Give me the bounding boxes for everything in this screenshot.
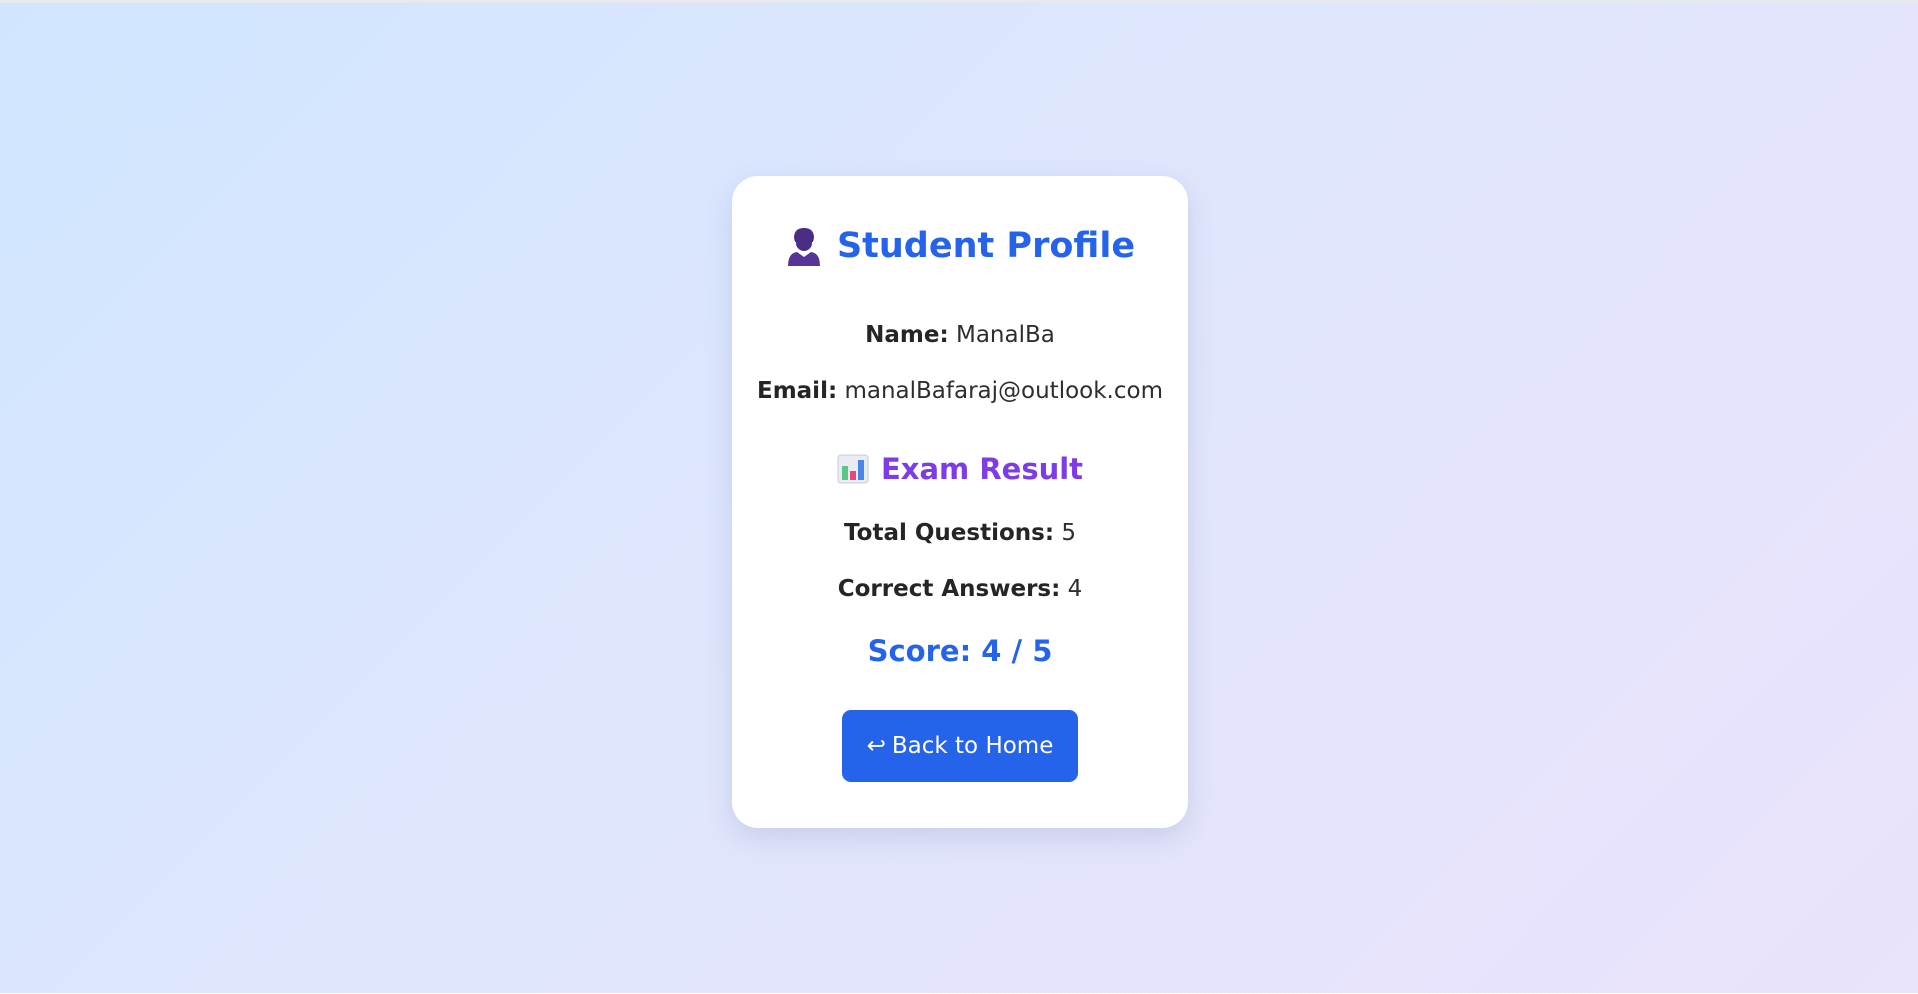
bar-chart-icon	[837, 454, 869, 484]
score-text: Score: 4 / 5	[867, 634, 1053, 668]
total-questions-label: Total Questions:	[844, 520, 1055, 546]
user-icon	[787, 228, 820, 266]
back-to-home-button[interactable]: ↩ Back to Home	[842, 710, 1078, 782]
total-questions-row: Total Questions: 5	[732, 520, 1188, 546]
email-value: manalBafaraj@outlook.com	[844, 378, 1163, 404]
email-row: Email: manalBafaraj@outlook.com	[732, 378, 1188, 404]
back-to-home-label: Back to Home	[891, 733, 1054, 759]
correct-answers-value: 4	[1067, 576, 1083, 602]
profile-header: Student Profile	[732, 226, 1188, 266]
exam-result-title: Exam Result	[880, 452, 1084, 486]
correct-answers-row: Correct Answers: 4	[732, 576, 1188, 602]
return-arrow-icon: ↩	[866, 733, 886, 759]
name-value: ManalBa	[955, 322, 1055, 348]
email-label: Email:	[756, 378, 838, 404]
profile-card: Student Profile Name: ManalBa Email: man…	[732, 176, 1188, 828]
top-border	[0, 0, 1918, 3]
name-label: Name:	[865, 322, 949, 348]
exam-result-header: Exam Result	[732, 452, 1188, 486]
correct-answers-label: Correct Answers:	[837, 576, 1061, 602]
profile-title: Student Profile	[836, 226, 1136, 266]
name-row: Name: ManalBa	[732, 322, 1188, 348]
total-questions-value: 5	[1061, 520, 1076, 546]
